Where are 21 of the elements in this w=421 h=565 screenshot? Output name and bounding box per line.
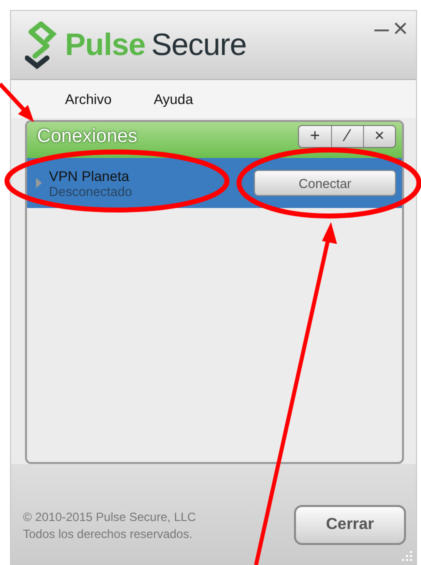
logo-text: Secure — [151, 27, 246, 63]
panel-title: Conexiones — [37, 126, 138, 148]
connection-status: Desconectado — [49, 184, 134, 198]
connection-name: VPN Planeta — [49, 168, 130, 184]
add-button[interactable]: + — [299, 126, 331, 146]
rights-text: Todos los derechos reservados. — [23, 527, 194, 541]
menu-item[interactable]: Ayuda — [154, 91, 194, 107]
edit-button[interactable]: ⁄ — [331, 126, 363, 146]
minimize-button[interactable]: – — [374, 15, 389, 41]
logo-icon — [25, 20, 59, 70]
annotation-arrow — [0, 82, 34, 122]
close-button[interactable]: × — [392, 15, 408, 41]
connection-row[interactable]: VPN Planeta Desconectado Conectar — [27, 158, 402, 208]
copyright-text: © 2010-2015 Pulse Secure, LLC — [23, 510, 196, 524]
delete-button[interactable]: × — [363, 126, 395, 146]
menu-item[interactable]: Archivo — [65, 91, 112, 107]
expand-arrow-icon[interactable] — [35, 178, 43, 188]
logo-text: Pulse — [65, 27, 146, 63]
connect-button[interactable]: Conectar — [254, 170, 396, 196]
resize-grip-icon[interactable] — [402, 551, 412, 561]
close-button[interactable]: Cerrar — [294, 505, 406, 545]
